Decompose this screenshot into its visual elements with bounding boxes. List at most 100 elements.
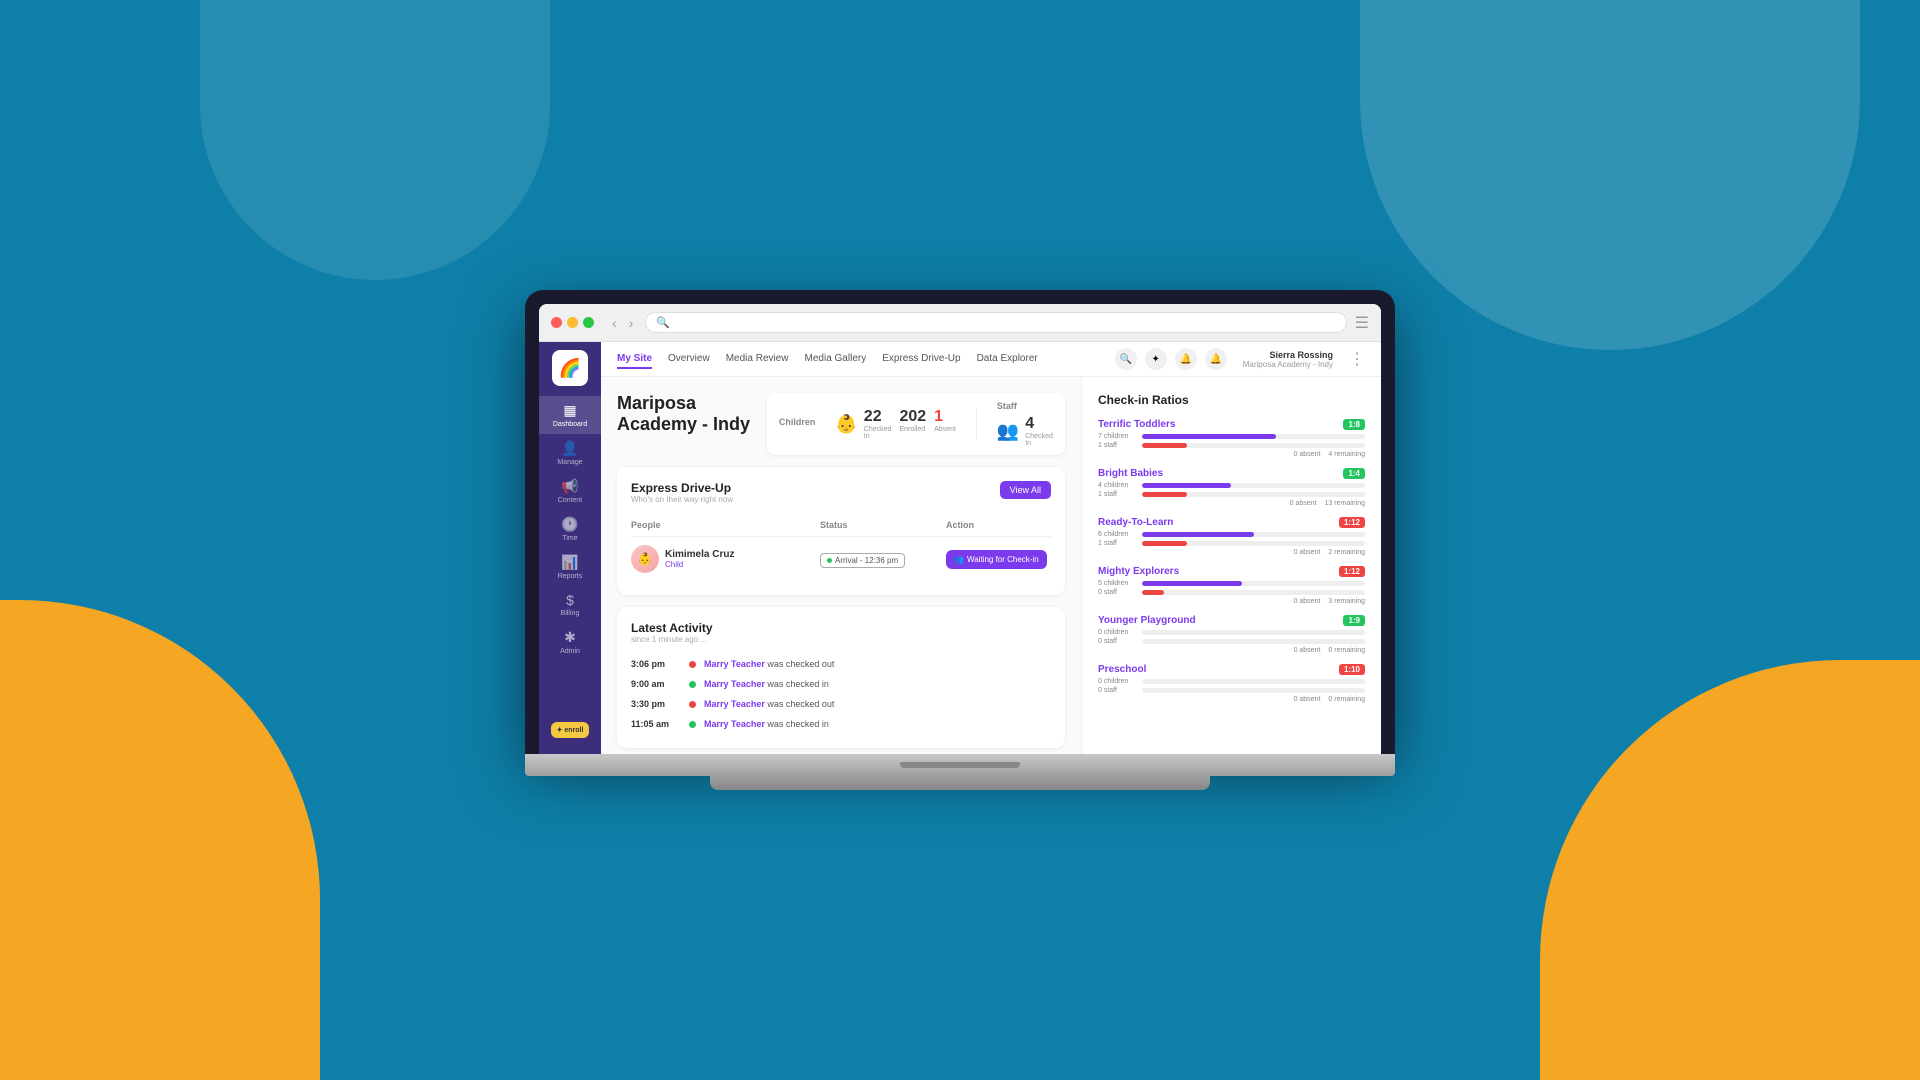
sidebar-item-billing[interactable]: $ Billing [539, 586, 601, 623]
ratio-item: Terrific Toddlers 1:8 7 children 1 staff… [1098, 419, 1365, 458]
ratio-header: Bright Babies 1:4 [1098, 468, 1365, 479]
forward-button[interactable]: › [625, 313, 638, 333]
staff-bar-label: 1 staff [1098, 491, 1138, 498]
staff-bar-label: 0 staff [1098, 638, 1138, 645]
user-role: Mariposa Academy - Indy [1243, 360, 1333, 369]
staff-bar-track [1142, 688, 1365, 693]
children-bar-row: 7 children [1098, 433, 1365, 440]
remaining-stat: 3 remaining [1328, 598, 1365, 605]
latest-activity-subtitle: since 1 minute ago ... [631, 635, 713, 644]
laptop-bezel: ‹ › 🔍 ☰ 🌈 ▦ Dashboard [525, 290, 1395, 754]
sidebar-item-manage[interactable]: 👤 Manage [539, 434, 601, 472]
activity-description: was checked out [767, 659, 834, 669]
back-button[interactable]: ‹ [608, 313, 621, 333]
action-cell: 👥 Waiting for Check-in [946, 550, 1047, 569]
children-bar-label: 5 children [1098, 580, 1138, 587]
list-item: 11:05 am Marry Teacher was checked in [631, 714, 1051, 734]
ratio-header: Younger Playground 1:9 [1098, 615, 1365, 626]
children-bar-track [1142, 532, 1365, 537]
browser-chrome: ‹ › 🔍 ☰ [539, 304, 1381, 342]
sidebar-item-content[interactable]: 📢 Content [539, 472, 601, 510]
staff-bar-fill [1142, 492, 1187, 497]
children-section-label: Children [779, 417, 816, 427]
browser-navigation: ‹ › [608, 313, 637, 333]
activity-status-dot [689, 661, 696, 668]
app-logo[interactable]: 🌈 [552, 350, 588, 386]
fullscreen-button-icon[interactable] [583, 317, 594, 328]
activity-text: Marry Teacher was checked in [704, 679, 829, 689]
activity-text: Marry Teacher was checked in [704, 719, 829, 729]
children-checked-in-count: 22 [864, 408, 892, 426]
activity-link[interactable]: Marry Teacher [704, 679, 765, 689]
tab-media-gallery[interactable]: Media Gallery [805, 350, 867, 369]
tab-my-site[interactable]: My Site [617, 350, 652, 369]
bg-shape-left [0, 600, 320, 1080]
left-panel: Mariposa Academy - Indy Children 👶 22 [601, 377, 1081, 754]
ratio-classroom-name[interactable]: Terrific Toddlers [1098, 419, 1175, 430]
children-bar-fill [1142, 581, 1242, 586]
list-item: 3:30 pm Marry Teacher was checked out [631, 694, 1051, 714]
staff-bar-track [1142, 639, 1365, 644]
activity-link[interactable]: Marry Teacher [704, 699, 765, 709]
activity-text: Marry Teacher was checked out [704, 659, 834, 669]
activity-text: Marry Teacher was checked out [704, 699, 834, 709]
remaining-stat: 0 remaining [1328, 647, 1365, 654]
ratio-classroom-name[interactable]: Ready-To-Learn [1098, 517, 1173, 528]
sidebar-item-dashboard[interactable]: ▦ Dashboard [539, 396, 601, 434]
tab-express-drive-up[interactable]: Express Drive-Up [882, 350, 960, 369]
children-bar-label: 0 children [1098, 629, 1138, 636]
more-options-button[interactable]: ⋮ [1349, 349, 1365, 369]
ratio-classroom-name[interactable]: Younger Playground [1098, 615, 1196, 626]
view-all-button[interactable]: View All [1000, 481, 1051, 499]
sidebar-item-label: Content [558, 497, 583, 504]
ratio-stats: 0 absent 0 remaining [1098, 696, 1365, 703]
close-button-icon[interactable] [551, 317, 562, 328]
staff-bar-fill [1142, 541, 1187, 546]
waiting-checkin-button[interactable]: 👥 Waiting for Check-in [946, 550, 1047, 569]
minimize-button-icon[interactable] [567, 317, 578, 328]
remaining-stat: 4 remaining [1328, 451, 1365, 458]
ratio-classroom-name[interactable]: Preschool [1098, 664, 1146, 675]
activity-list: 3:06 pm Marry Teacher was checked out 9:… [631, 654, 1051, 734]
right-panel: Check-in Ratios Terrific Toddlers 1:8 7 … [1081, 377, 1381, 754]
activity-status-dot [689, 721, 696, 728]
children-bar-label: 4 children [1098, 482, 1138, 489]
activity-link[interactable]: Marry Teacher [704, 719, 765, 729]
activity-description: was checked out [767, 699, 834, 709]
ratio-classroom-name[interactable]: Bright Babies [1098, 468, 1163, 479]
user-name: Sierra Rossing [1243, 350, 1333, 360]
search-icon[interactable]: 🔍 [1115, 348, 1137, 370]
activity-link[interactable]: Marry Teacher [704, 659, 765, 669]
enroll-button[interactable]: ✦ enroll [551, 722, 590, 738]
ratio-badge: 1:12 [1339, 517, 1365, 528]
ratio-classroom-name[interactable]: Mighty Explorers [1098, 566, 1179, 577]
sidebar-item-admin[interactable]: ✱ Admin [539, 623, 601, 661]
children-icon: 👶 [835, 414, 857, 435]
apps-icon[interactable]: ✦ [1145, 348, 1167, 370]
notification-icon[interactable]: 🔔 [1205, 348, 1227, 370]
col-status-header: Status [820, 520, 946, 530]
staff-icon: 👥 [997, 421, 1019, 442]
staff-section-label: Staff [997, 401, 1053, 411]
sidebar-item-time[interactable]: 🕐 Time [539, 510, 601, 548]
browser-search-bar[interactable]: 🔍 [645, 312, 1346, 333]
browser-menu-icon[interactable]: ☰ [1355, 313, 1369, 333]
sidebar: 🌈 ▦ Dashboard 👤 Manage 📢 Content [539, 342, 601, 754]
staff-bar-row: 0 staff [1098, 589, 1365, 596]
sidebar-item-label: Billing [561, 610, 580, 617]
tab-media-review[interactable]: Media Review [726, 350, 789, 369]
arrival-time: Arrival - 12:36 pm [835, 556, 898, 565]
avatar: 👶 [631, 545, 659, 573]
bell-icon[interactable]: 🔔 [1175, 348, 1197, 370]
tab-data-explorer[interactable]: Data Explorer [977, 350, 1038, 369]
ratio-stats: 0 absent 0 remaining [1098, 647, 1365, 654]
staff-bar-fill [1142, 443, 1187, 448]
sidebar-item-reports[interactable]: 📊 Reports [539, 548, 601, 586]
activity-time: 3:06 pm [631, 659, 681, 669]
express-drive-up-card: Express Drive-Up Who's on their way righ… [617, 467, 1065, 595]
tab-overview[interactable]: Overview [668, 350, 710, 369]
express-drive-up-title: Express Drive-Up [631, 481, 733, 495]
ratio-item: Preschool 1:10 0 children 0 staff 0 abse… [1098, 664, 1365, 703]
ratio-badge: 1:4 [1343, 468, 1365, 479]
status-tag: Arrival - 12:36 pm [820, 550, 946, 568]
